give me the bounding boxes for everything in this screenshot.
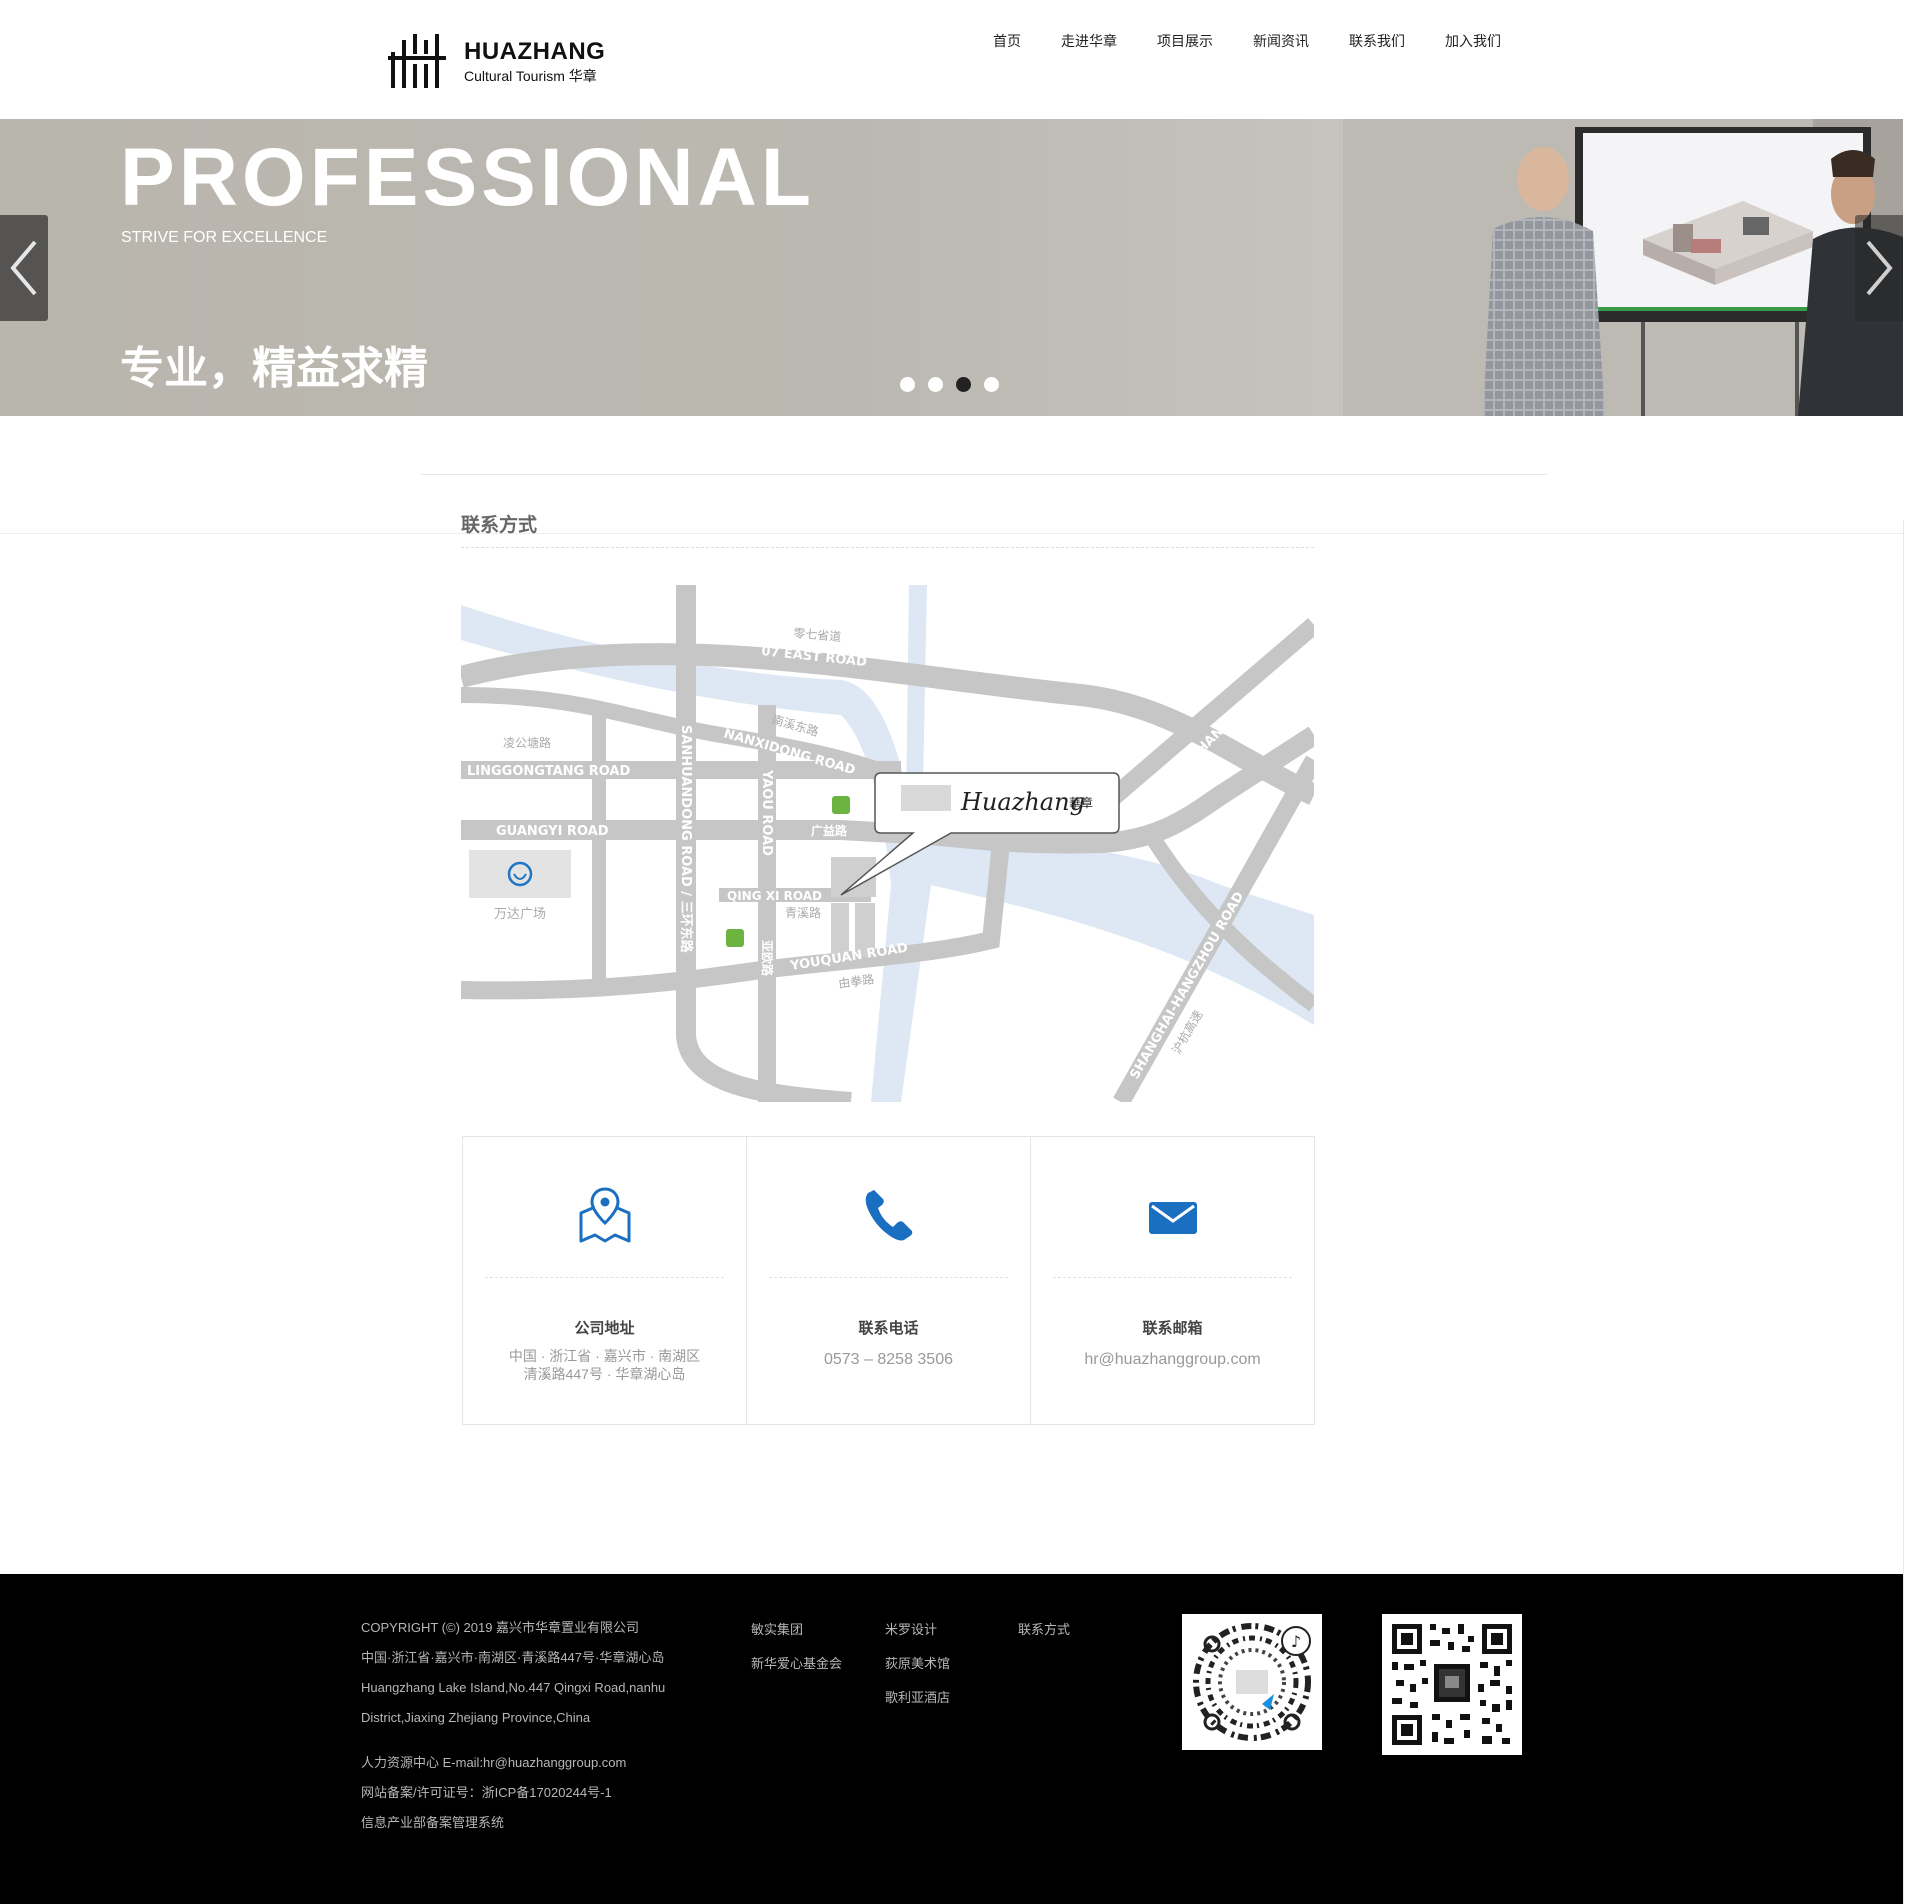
map-label: SANHUANDONG ROAD / 三环东路 bbox=[678, 725, 694, 954]
site-header: HUAZHANG Cultural Tourism 华章 首页 走进华章 项目展… bbox=[0, 0, 1903, 119]
nav-home[interactable]: 首页 bbox=[993, 31, 1021, 51]
nav-news[interactable]: 新闻资讯 bbox=[1253, 31, 1309, 51]
contact-card-address: 公司地址 中国 · 浙江省 · 嘉兴市 · 南湖区 清溪路447号 · 华章湖心… bbox=[463, 1137, 747, 1424]
footer-link[interactable]: 荻原美术馆 bbox=[885, 1656, 950, 1690]
site-footer: COPYRIGHT (©) 2019 嘉兴市华章置业有限公司 中国·浙江省·嘉兴… bbox=[0, 1574, 1903, 1904]
divider bbox=[485, 1277, 724, 1278]
footer-links-col: 敏实集团 新华爱心基金会 bbox=[751, 1622, 842, 1690]
divider bbox=[1053, 1277, 1292, 1278]
scrollbar-gutter bbox=[1903, 0, 1920, 1904]
footer-address-en: Huangzhang Lake Island,No.447 Qingxi Roa… bbox=[361, 1680, 666, 1695]
nav-join[interactable]: 加入我们 bbox=[1445, 31, 1501, 51]
footer-info: COPYRIGHT (©) 2019 嘉兴市华章置业有限公司 中国·浙江省·嘉兴… bbox=[361, 1619, 665, 1844]
footer-links-col: 米罗设计 荻原美术馆 歌利亚酒店 bbox=[885, 1622, 950, 1724]
douyin-qr-code: ♪ bbox=[1182, 1614, 1322, 1750]
footer-address-en: District,Jiaxing Zhejiang Province,China bbox=[361, 1710, 591, 1725]
wechat-qr-code bbox=[1382, 1614, 1522, 1755]
hero-banner: PROFESSIONAL STRIVE FOR EXCELLENCE 专业，精益… bbox=[0, 119, 1903, 416]
map-label: 零七省道 bbox=[793, 626, 842, 644]
envelope-icon bbox=[1148, 1202, 1197, 1234]
banner-next-button[interactable] bbox=[1855, 215, 1903, 321]
map-graphic: 万达广场 07 EAST ROAD NANXIDONG ROAD LINGGON… bbox=[461, 585, 1314, 1102]
nav-projects[interactable]: 项目展示 bbox=[1157, 31, 1213, 51]
footer-miit-link[interactable]: 信息产业部备案管理系统 bbox=[361, 1814, 665, 1844]
qr-code-image: ♪ bbox=[1193, 1623, 1311, 1741]
divider bbox=[1903, 520, 1904, 1904]
copyright-text: COPYRIGHT (©) 2019 嘉兴市华章置业有限公司 bbox=[361, 1620, 640, 1635]
card-title: 公司地址 bbox=[574, 1320, 635, 1337]
qr-code-image bbox=[1382, 1614, 1522, 1755]
card-title: 联系电话 bbox=[858, 1320, 919, 1337]
address-text: 中国 · 浙江省 · 嘉兴市 · 南湖区 清溪路447号 · 华章湖心岛 bbox=[483, 1347, 726, 1383]
footer-link[interactable]: 新华爱心基金会 bbox=[751, 1656, 842, 1690]
divider bbox=[421, 474, 1547, 475]
banner-dot[interactable] bbox=[928, 377, 943, 392]
logo-tagline: Cultural Tourism 华章 bbox=[464, 67, 597, 84]
footer-links-col: 联系方式 bbox=[1018, 1622, 1070, 1656]
banner-dot[interactable] bbox=[900, 377, 915, 392]
map-label: YAOU ROAD bbox=[759, 769, 774, 856]
section-title: 联系方式 bbox=[461, 515, 538, 536]
footer-link[interactable]: 联系方式 bbox=[1018, 1622, 1070, 1656]
map-label: GUANGYI ROAD bbox=[496, 824, 609, 839]
divider bbox=[769, 1277, 1008, 1278]
divider bbox=[461, 547, 1314, 548]
address-line: 清溪路447号 · 华章湖心岛 bbox=[523, 1366, 686, 1382]
map-label: 亚欧路 bbox=[760, 940, 775, 977]
email-address[interactable]: hr@huazhanggroup.com bbox=[1051, 1351, 1294, 1369]
banner-subline: STRIVE FOR EXCELLENCE bbox=[121, 229, 328, 246]
footer-hr-email[interactable]: 人力资源中心 E-mail:hr@huazhanggroup.com bbox=[361, 1754, 665, 1784]
map-label: 南溪东路 bbox=[770, 711, 820, 739]
contact-card-email: 联系邮箱 hr@huazhanggroup.com bbox=[1031, 1137, 1314, 1424]
map-label: 凌公塘路 bbox=[503, 735, 551, 750]
phone-number[interactable]: 0573 – 8258 3506 bbox=[767, 1351, 1010, 1369]
footer-link[interactable]: 歌利亚酒店 bbox=[885, 1690, 950, 1724]
chevron-right-icon bbox=[1866, 240, 1893, 296]
svg-text:♪: ♪ bbox=[1291, 1632, 1301, 1651]
banner-dot[interactable] bbox=[984, 377, 999, 392]
map-bubble-cn: 華章 bbox=[1069, 795, 1093, 810]
banner-photo bbox=[1343, 119, 1903, 416]
contact-cards: 公司地址 中国 · 浙江省 · 嘉兴市 · 南湖区 清溪路447号 · 华章湖心… bbox=[462, 1136, 1315, 1425]
card-title: 联系邮箱 bbox=[1142, 1320, 1203, 1337]
main-nav: 首页 走进华章 项目展示 新闻资讯 联系我们 加入我们 bbox=[0, 31, 1903, 51]
footer-icp[interactable]: 网站备案/许可证号：浙ICP备17020244号-1 bbox=[361, 1784, 665, 1814]
contact-card-phone: 联系电话 0573 – 8258 3506 bbox=[747, 1137, 1031, 1424]
footer-link[interactable]: 米罗设计 bbox=[885, 1622, 950, 1656]
map-label: 青溪路 bbox=[785, 905, 821, 920]
location-map[interactable]: 万达广场 07 EAST ROAD NANXIDONG ROAD LINGGON… bbox=[461, 585, 1314, 1102]
chevron-left-icon bbox=[10, 240, 37, 296]
map-pin-icon bbox=[579, 1187, 630, 1243]
footer-link[interactable]: 敏实集团 bbox=[751, 1622, 842, 1656]
nav-about[interactable]: 走进华章 bbox=[1061, 31, 1117, 51]
map-label: QING XI ROAD bbox=[727, 889, 822, 903]
map-label: 广益路 bbox=[811, 823, 848, 838]
map-label: 由拳路 bbox=[837, 971, 875, 991]
map-label: LINGGONGTANG ROAD bbox=[467, 764, 630, 779]
footer-address-cn: 中国·浙江省·嘉兴市·南湖区·青溪路447号·华章湖心岛 bbox=[361, 1650, 665, 1665]
address-line: 中国 · 浙江省 · 嘉兴市 · 南湖区 bbox=[508, 1348, 701, 1364]
divider bbox=[0, 533, 1903, 534]
banner-dot-active[interactable] bbox=[956, 377, 971, 392]
banner-headline: PROFESSIONAL bbox=[120, 132, 815, 223]
map-label: 万达广场 bbox=[494, 907, 546, 922]
banner-pagination bbox=[900, 377, 999, 392]
phone-icon bbox=[865, 1190, 912, 1241]
banner-prev-button[interactable] bbox=[0, 215, 48, 321]
nav-contact[interactable]: 联系我们 bbox=[1349, 31, 1405, 51]
banner-chinese-title: 专业，精益求精 bbox=[120, 344, 428, 393]
map-bubble-title: Huazhang bbox=[960, 788, 1085, 816]
